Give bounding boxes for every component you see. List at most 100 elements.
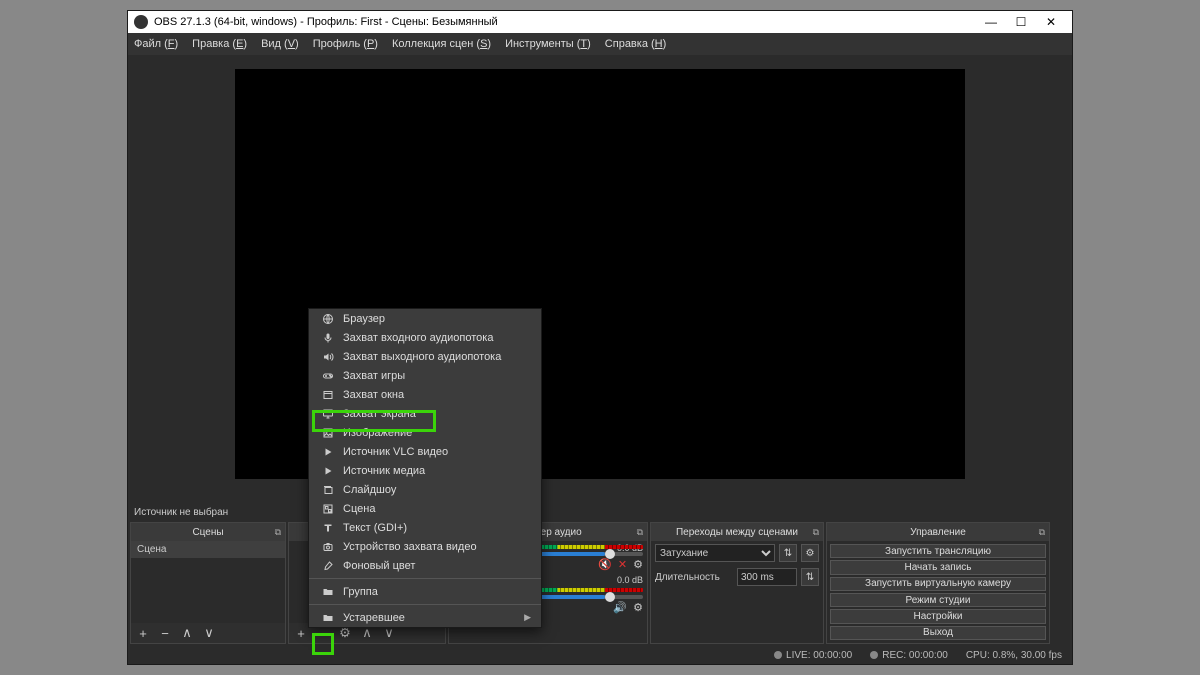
controls-panel-header[interactable]: Управление ⧉	[827, 523, 1049, 541]
scene-item[interactable]: Сцена	[131, 541, 285, 558]
scene-down-button[interactable]: ∨	[201, 625, 217, 641]
transition-stepper[interactable]: ⇅	[779, 544, 797, 562]
menu-инструменты[interactable]: Инструменты (T)	[505, 38, 591, 50]
source-type-gamepad[interactable]: Захват игры	[309, 366, 541, 385]
mic-icon	[319, 332, 337, 344]
bottom-docks: Сцены ⧉ Сцена + − ∧ ∨ и ⧉ + − ⚙	[128, 520, 1072, 646]
folder-icon	[319, 586, 337, 598]
menu-item-label: Изображение	[343, 427, 412, 439]
transition-settings-button[interactable]: ⚙	[801, 544, 819, 562]
globe-icon	[319, 313, 337, 325]
transition-select[interactable]: Затухание	[655, 544, 775, 562]
source-type-brush[interactable]: Фоновый цвет	[309, 556, 541, 575]
slides-icon	[319, 484, 337, 496]
scenes-panel-header[interactable]: Сцены ⧉	[131, 523, 285, 541]
menu-item-label: Источник VLC видео	[343, 446, 448, 458]
source-type-mic[interactable]: Захват входного аудиопотока	[309, 328, 541, 347]
control-button[interactable]: Выход	[830, 626, 1046, 640]
play-icon	[319, 446, 337, 458]
speaker-icon	[319, 351, 337, 363]
menu-item-label: Захват окна	[343, 389, 404, 401]
menu-item-label: Текст (GDI+)	[343, 522, 407, 534]
source-type-speaker[interactable]: Захват выходного аудиопотока	[309, 347, 541, 366]
menu-item-label: Группа	[343, 586, 378, 598]
source-type-slides[interactable]: Слайдшоу	[309, 480, 541, 499]
menu-профиль[interactable]: Профиль (P)	[313, 38, 378, 50]
source-info-text: Источник не выбран	[134, 507, 228, 518]
scenes-panel: Сцены ⧉ Сцена + − ∧ ∨	[130, 522, 286, 644]
track-db: 0.0 dB	[617, 575, 643, 585]
remove-scene-button[interactable]: −	[157, 626, 173, 641]
transitions-panel-header[interactable]: Переходы между сценами ⧉	[651, 523, 823, 541]
track-settings-icon[interactable]: ⚙	[633, 558, 643, 571]
source-info-bar: Источник не выбран	[128, 504, 1072, 520]
control-button[interactable]: Настройки	[830, 609, 1046, 623]
duration-stepper[interactable]: ⇅	[801, 568, 819, 586]
window-title: OBS 27.1.3 (64-bit, windows) - Профиль: …	[154, 16, 976, 28]
source-type-monitor[interactable]: Захват экрана	[309, 404, 541, 423]
source-type-folder[interactable]: Группа	[309, 582, 541, 601]
window-icon	[319, 389, 337, 401]
scenes-list: Сцена	[131, 541, 285, 623]
mute-icon[interactable]: 🔇	[598, 558, 612, 571]
minimize-button[interactable]: —	[976, 15, 1006, 29]
control-button[interactable]: Режим студии	[830, 593, 1046, 607]
source-type-window[interactable]: Захват окна	[309, 385, 541, 404]
menu-item-label: Устройство захвата видео	[343, 541, 477, 553]
mute-icon[interactable]: 🔊	[613, 601, 627, 614]
menu-вид[interactable]: Вид (V)	[261, 38, 299, 50]
detach-icon[interactable]: ⧉	[637, 527, 643, 538]
monitor-icon	[319, 408, 337, 420]
add-scene-button[interactable]: +	[135, 626, 151, 641]
gamepad-icon	[319, 370, 337, 382]
menu-коллекция сцен[interactable]: Коллекция сцен (S)	[392, 38, 491, 50]
duration-input[interactable]	[737, 568, 797, 586]
menu-правка[interactable]: Правка (E)	[192, 38, 247, 50]
source-type-play[interactable]: Источник медиа	[309, 461, 541, 480]
rec-status: REC: 00:00:00	[870, 650, 948, 661]
track-settings-icon[interactable]: ⚙	[633, 601, 643, 614]
transitions-body: Затухание ⇅ ⚙ Длительность ⇅	[651, 541, 823, 643]
menubar: Файл (F) Правка (E) Вид (V) Профиль (P) Колл…	[128, 33, 1072, 55]
detach-icon[interactable]: ⧉	[1039, 527, 1045, 538]
source-type-folder[interactable]: Устаревшее▶	[309, 608, 541, 627]
menu-item-label: Захват входного аудиопотока	[343, 332, 493, 344]
control-button[interactable]: Запустить виртуальную камеру	[830, 577, 1046, 591]
source-type-image[interactable]: Изображение	[309, 423, 541, 442]
transitions-panel: Переходы между сценами ⧉ Затухание ⇅ ⚙ Д…	[650, 522, 824, 644]
scenes-toolbar: + − ∧ ∨	[131, 623, 285, 643]
detach-icon[interactable]: ⧉	[813, 527, 819, 538]
source-type-play[interactable]: Источник VLC видео	[309, 442, 541, 461]
menu-item-label: Источник медиа	[343, 465, 425, 477]
preview-area	[128, 55, 1072, 504]
menu-separator	[309, 578, 541, 579]
menu-item-label: Захват выходного аудиопотока	[343, 351, 501, 363]
source-type-scene[interactable]: Сцена	[309, 499, 541, 518]
source-type-globe[interactable]: Браузер	[309, 309, 541, 328]
source-type-text[interactable]: Текст (GDI+)	[309, 518, 541, 537]
image-icon	[319, 427, 337, 439]
close-button[interactable]: ✕	[1036, 15, 1066, 29]
folder-icon	[319, 612, 337, 624]
camera-icon	[319, 541, 337, 553]
detach-icon[interactable]: ⧉	[275, 527, 281, 538]
titlebar: OBS 27.1.3 (64-bit, windows) - Профиль: …	[128, 11, 1072, 33]
scene-up-button[interactable]: ∧	[179, 625, 195, 641]
control-button[interactable]: Запустить трансляцию	[830, 544, 1046, 558]
menu-item-label: Фоновый цвет	[343, 560, 415, 572]
menu-item-label: Захват игры	[343, 370, 405, 382]
source-type-camera[interactable]: Устройство захвата видео	[309, 537, 541, 556]
app-icon	[134, 15, 148, 29]
maximize-button[interactable]: ☐	[1006, 15, 1036, 29]
menu-item-label: Захват экрана	[343, 408, 416, 420]
menu-файл[interactable]: Файл (F)	[134, 38, 178, 50]
menu-справка[interactable]: Справка (H)	[605, 38, 667, 50]
add-source-context-menu[interactable]: Браузер Захват входного аудиопотока Захват…	[308, 308, 542, 628]
control-button[interactable]: Начать запись	[830, 560, 1046, 574]
menu-separator	[309, 604, 541, 605]
add-source-button[interactable]: +	[293, 626, 309, 641]
menu-item-label: Слайдшоу	[343, 484, 396, 496]
app-window: OBS 27.1.3 (64-bit, windows) - Профиль: …	[127, 10, 1073, 665]
play-icon	[319, 465, 337, 477]
menu-item-label: Браузер	[343, 313, 385, 325]
